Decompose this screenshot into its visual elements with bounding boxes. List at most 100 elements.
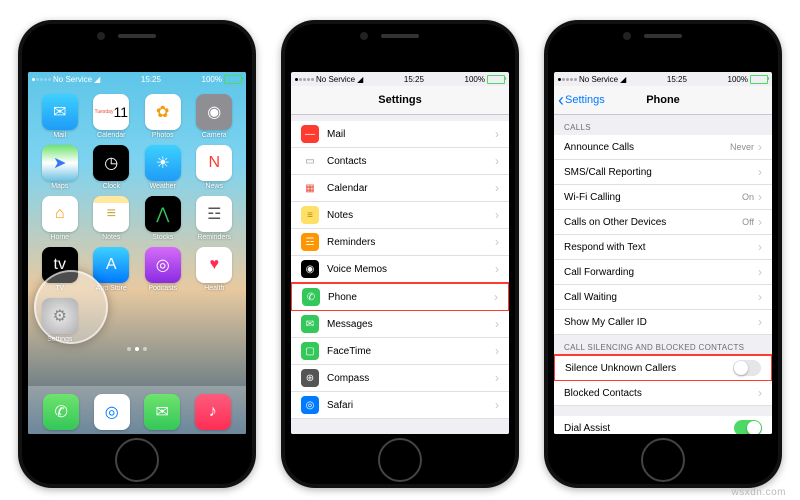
row-label: Wi-Fi Calling	[564, 192, 742, 203]
chevron-icon: ›	[494, 290, 498, 304]
section-header: CALL SILENCING AND BLOCKED CONTACTS	[554, 335, 772, 355]
home-button[interactable]	[115, 438, 159, 482]
row-icon: ▢	[301, 342, 319, 360]
app-icon: ♥	[196, 247, 232, 283]
row-call-forwarding[interactable]: Call Forwarding›	[554, 260, 772, 285]
dock-safari[interactable]: ◎	[94, 394, 130, 430]
dock-messages[interactable]: ✉	[144, 394, 180, 430]
app-stocks[interactable]: ⋀Stocks	[139, 196, 187, 241]
row-label: Messages	[327, 319, 491, 330]
row-label: Call Waiting	[564, 292, 754, 303]
app-label: Reminders	[197, 234, 231, 241]
row-label: Notes	[327, 210, 491, 221]
phone-settings-list[interactable]: CALLSAnnounce CallsNever›SMS/Call Report…	[554, 115, 772, 434]
app-calendar[interactable]: Tuesday11Calendar	[88, 94, 136, 139]
row-announce-calls[interactable]: Announce CallsNever›	[554, 135, 772, 160]
app-maps[interactable]: ➤Maps	[36, 145, 84, 190]
settings-row-mail[interactable]: —Mail›	[291, 121, 509, 148]
settings-row-facetime[interactable]: ▢FaceTime›	[291, 338, 509, 365]
chevron-icon: ›	[758, 386, 762, 400]
row-label: Phone	[328, 292, 490, 303]
settings-row-calendar[interactable]: ▦Calendar›	[291, 175, 509, 202]
app-icon: ⋀	[145, 196, 181, 232]
row-label: Calls on Other Devices	[564, 217, 742, 228]
row-icon: ⊕	[301, 369, 319, 387]
carrier-label: No Service	[53, 75, 92, 84]
row-blocked-contacts[interactable]: Blocked Contacts›	[554, 381, 772, 406]
dock-music[interactable]: ♪	[195, 394, 231, 430]
battery-icon	[750, 75, 768, 84]
settings-row-notes[interactable]: ≡Notes›	[291, 202, 509, 229]
row-label: Mail	[327, 129, 491, 140]
settings-row-contacts[interactable]: ▭Contacts›	[291, 148, 509, 175]
row-icon: ▦	[301, 179, 319, 197]
app-home[interactable]: ⌂Home	[36, 196, 84, 241]
row-respond-with-text[interactable]: Respond with Text›	[554, 235, 772, 260]
app-clock[interactable]: ◷Clock	[88, 145, 136, 190]
dock-phone[interactable]: ✆	[43, 394, 79, 430]
row-sms-call-reporting[interactable]: SMS/Call Reporting›	[554, 160, 772, 185]
battery-icon	[487, 75, 505, 84]
app-icon: ☀	[145, 145, 181, 181]
row-calls-on-other-devices[interactable]: Calls on Other DevicesOff›	[554, 210, 772, 235]
home-screen: No Service ◢ 15:25 100% ✉MailTuesday11Ca…	[28, 72, 246, 434]
home-button[interactable]	[378, 438, 422, 482]
settings-row-phone[interactable]: ✆Phone›	[291, 282, 509, 312]
app-camera[interactable]: ◉Camera	[191, 94, 239, 139]
chevron-icon: ›	[758, 240, 762, 254]
app-news[interactable]: NNews	[191, 145, 239, 190]
row-wi-fi-calling[interactable]: Wi-Fi CallingOn›	[554, 185, 772, 210]
row-label: Calendar	[327, 183, 491, 194]
row-silence-unknown-callers[interactable]: Silence Unknown Callers	[554, 354, 772, 382]
chevron-icon: ›	[758, 215, 762, 229]
row-dial-assist[interactable]: Dial Assist	[554, 416, 772, 434]
chevron-icon: ›	[495, 127, 499, 141]
app-icon: ☲	[196, 196, 232, 232]
row-icon: ▭	[301, 152, 319, 170]
chevron-icon: ›	[495, 344, 499, 358]
row-label: Show My Caller ID	[564, 317, 754, 328]
status-bar: No Service ◢ 15:25 100%	[554, 72, 772, 86]
back-button[interactable]: Settings	[558, 94, 605, 106]
settings-list[interactable]: —Mail›▭Contacts›▦Calendar›≡Notes›☲Remind…	[291, 115, 509, 434]
front-camera	[97, 32, 105, 40]
app-label: Health	[204, 285, 224, 292]
phone-settings-screen: No Service ◢ 15:25 100% Settings Phone C…	[554, 72, 772, 434]
row-label: Safari	[327, 400, 491, 411]
settings-row-reminders[interactable]: ☲Reminders›	[291, 229, 509, 256]
row-call-waiting[interactable]: Call Waiting›	[554, 285, 772, 310]
navbar: Settings Phone	[554, 86, 772, 115]
toggle[interactable]	[733, 360, 761, 376]
settings-row-safari[interactable]: ◎Safari›	[291, 392, 509, 419]
row-label: Dial Assist	[564, 423, 734, 434]
app-podcasts[interactable]: ◎Podcasts	[139, 247, 187, 292]
earpiece	[644, 34, 682, 38]
app-icon: ◎	[145, 247, 181, 283]
app-weather[interactable]: ☀ Weather	[139, 145, 187, 190]
page-indicator	[28, 343, 246, 355]
app-mail[interactable]: ✉Mail	[36, 94, 84, 139]
app-icon: Tuesday11	[93, 94, 129, 130]
chevron-icon: ›	[495, 371, 499, 385]
app-icon: A	[93, 247, 129, 283]
app-notes[interactable]: ≡Notes	[88, 196, 136, 241]
settings-row-compass[interactable]: ⊕ Compass ›	[291, 365, 509, 392]
row-show-my-caller-id[interactable]: Show My Caller ID›	[554, 310, 772, 335]
app-reminders[interactable]: ☲ Reminders	[191, 196, 239, 241]
front-camera	[360, 32, 368, 40]
toggle[interactable]	[734, 420, 762, 434]
front-camera	[623, 32, 631, 40]
row-label: Silence Unknown Callers	[565, 363, 733, 374]
row-label: Compass	[327, 373, 491, 384]
app-health[interactable]: ♥ Health	[191, 247, 239, 292]
app-photos[interactable]: ✿ Photos	[139, 94, 187, 139]
home-button[interactable]	[641, 438, 685, 482]
wifi-icon: ◢	[94, 75, 100, 84]
row-label: Contacts	[327, 156, 491, 167]
app-label: Home	[50, 234, 69, 241]
app-icon: ✿	[145, 94, 181, 130]
app-label: Weather	[150, 183, 176, 190]
settings-row-voice-memos[interactable]: ◉Voice Memos›	[291, 256, 509, 283]
settings-row-messages[interactable]: ✉Messages›	[291, 311, 509, 338]
app-label: Photos	[152, 132, 174, 139]
